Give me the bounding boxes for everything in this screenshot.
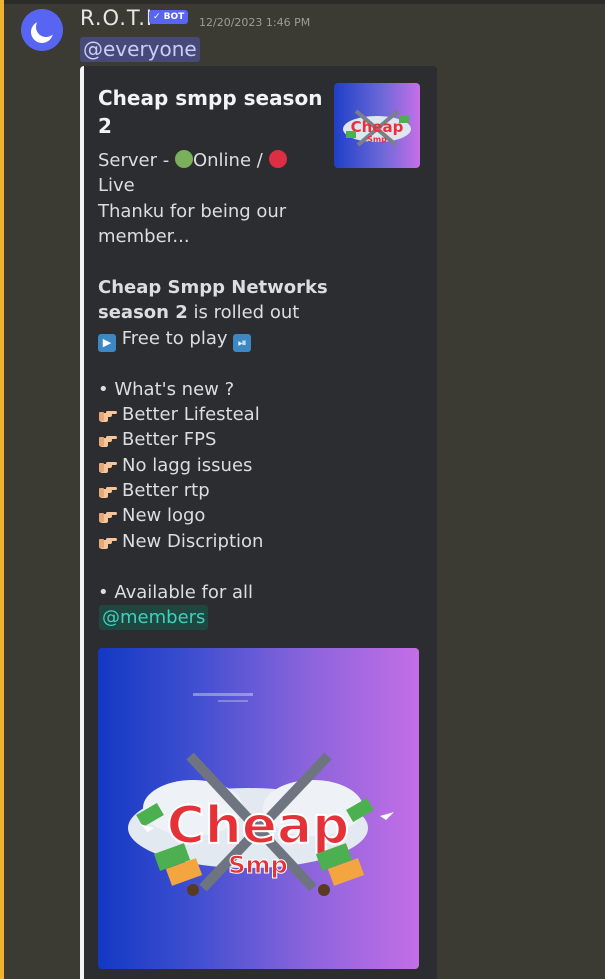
author-avatar[interactable] — [21, 9, 63, 51]
online-dot-icon — [174, 150, 193, 168]
feature-list: Better Lifesteal Better FPS No lagg issues… — [98, 402, 328, 554]
banner-logo-title: Cheap — [167, 796, 350, 856]
pointing-hand-icon — [99, 461, 117, 473]
feature-text: No lagg issues — [122, 454, 253, 476]
pointing-hand-icon — [99, 537, 117, 549]
pointing-hand-icon — [99, 487, 117, 499]
feature-text: New logo — [122, 505, 206, 527]
feature-text: Better Lifesteal — [122, 403, 260, 425]
message-embed: Cheap smpp season 2 Cheap Smp Server - O… — [80, 66, 437, 979]
live-text: Live — [98, 175, 135, 197]
svg-text:Smp: Smp — [367, 135, 387, 144]
avatar-moon-icon — [21, 9, 63, 51]
feature-item: Better Lifesteal — [98, 402, 328, 427]
pointing-hand-icon — [99, 410, 117, 422]
live-dot-icon — [268, 150, 287, 168]
feature-item: New Discription — [98, 529, 328, 554]
mention-highlight-bar — [0, 0, 4, 979]
network-line-2: season 2 is rolled out — [98, 300, 328, 325]
free-to-play-text: Free to play — [116, 327, 234, 349]
svg-text:Cheap: Cheap — [351, 118, 404, 136]
message-timestamp[interactable]: 12/20/2023 1:46 PM — [199, 16, 310, 29]
pointing-hand-icon — [99, 436, 117, 448]
bot-badge: ✓ BOT — [149, 10, 189, 24]
play-button-icon: ▶ — [98, 333, 116, 352]
available-line: • Available for all — [98, 581, 254, 603]
rolled-out-text: is rolled out — [187, 302, 300, 324]
pointing-hand-icon — [99, 512, 117, 524]
feature-item: Better rtp — [98, 478, 328, 503]
feature-text: Better FPS — [122, 429, 217, 451]
thanks-line-2: member... — [98, 226, 190, 248]
embed-thumbnail[interactable]: Cheap Smp — [334, 83, 420, 168]
embed-banner-image[interactable]: Cheap Smp — [98, 648, 419, 969]
season-bold-text: season 2 — [98, 302, 188, 324]
online-text: Online / — [192, 150, 269, 171]
server-status-line: Server - Online / — [98, 148, 328, 173]
members-line: @members — [98, 605, 328, 631]
feature-text: New Discription — [122, 530, 264, 552]
feature-text: Better rtp — [122, 480, 210, 502]
top-divider — [0, 0, 605, 4]
thumbnail-logo-image: Cheap Smp — [343, 109, 411, 147]
members-mention[interactable]: @members — [99, 605, 209, 631]
feature-item: New logo — [98, 503, 328, 528]
everyone-mention[interactable]: @everyone — [80, 37, 200, 62]
banner-logo-subtitle: Smp — [228, 851, 287, 879]
whats-new-heading: • What's new ? — [98, 378, 235, 400]
thanks-line-1: Thanku for being our — [98, 200, 287, 222]
embed-title: Cheap smpp season 2 — [98, 86, 323, 138]
author-username[interactable]: R.O.T.I — [80, 6, 153, 30]
embed-description: Server - Online / Live Thanku for being … — [98, 148, 328, 631]
server-status-label: Server - — [98, 150, 175, 171]
free-to-play-line: ▶ Free to play ⏯ — [98, 326, 328, 352]
banner-logo-image: Cheap Smp — [128, 693, 394, 896]
feature-item: Better FPS — [98, 427, 328, 452]
feature-item: No lagg issues — [98, 453, 328, 478]
play-pause-icon: ⏯ — [233, 333, 252, 352]
network-line-1: Cheap Smpp Networks — [98, 276, 328, 298]
